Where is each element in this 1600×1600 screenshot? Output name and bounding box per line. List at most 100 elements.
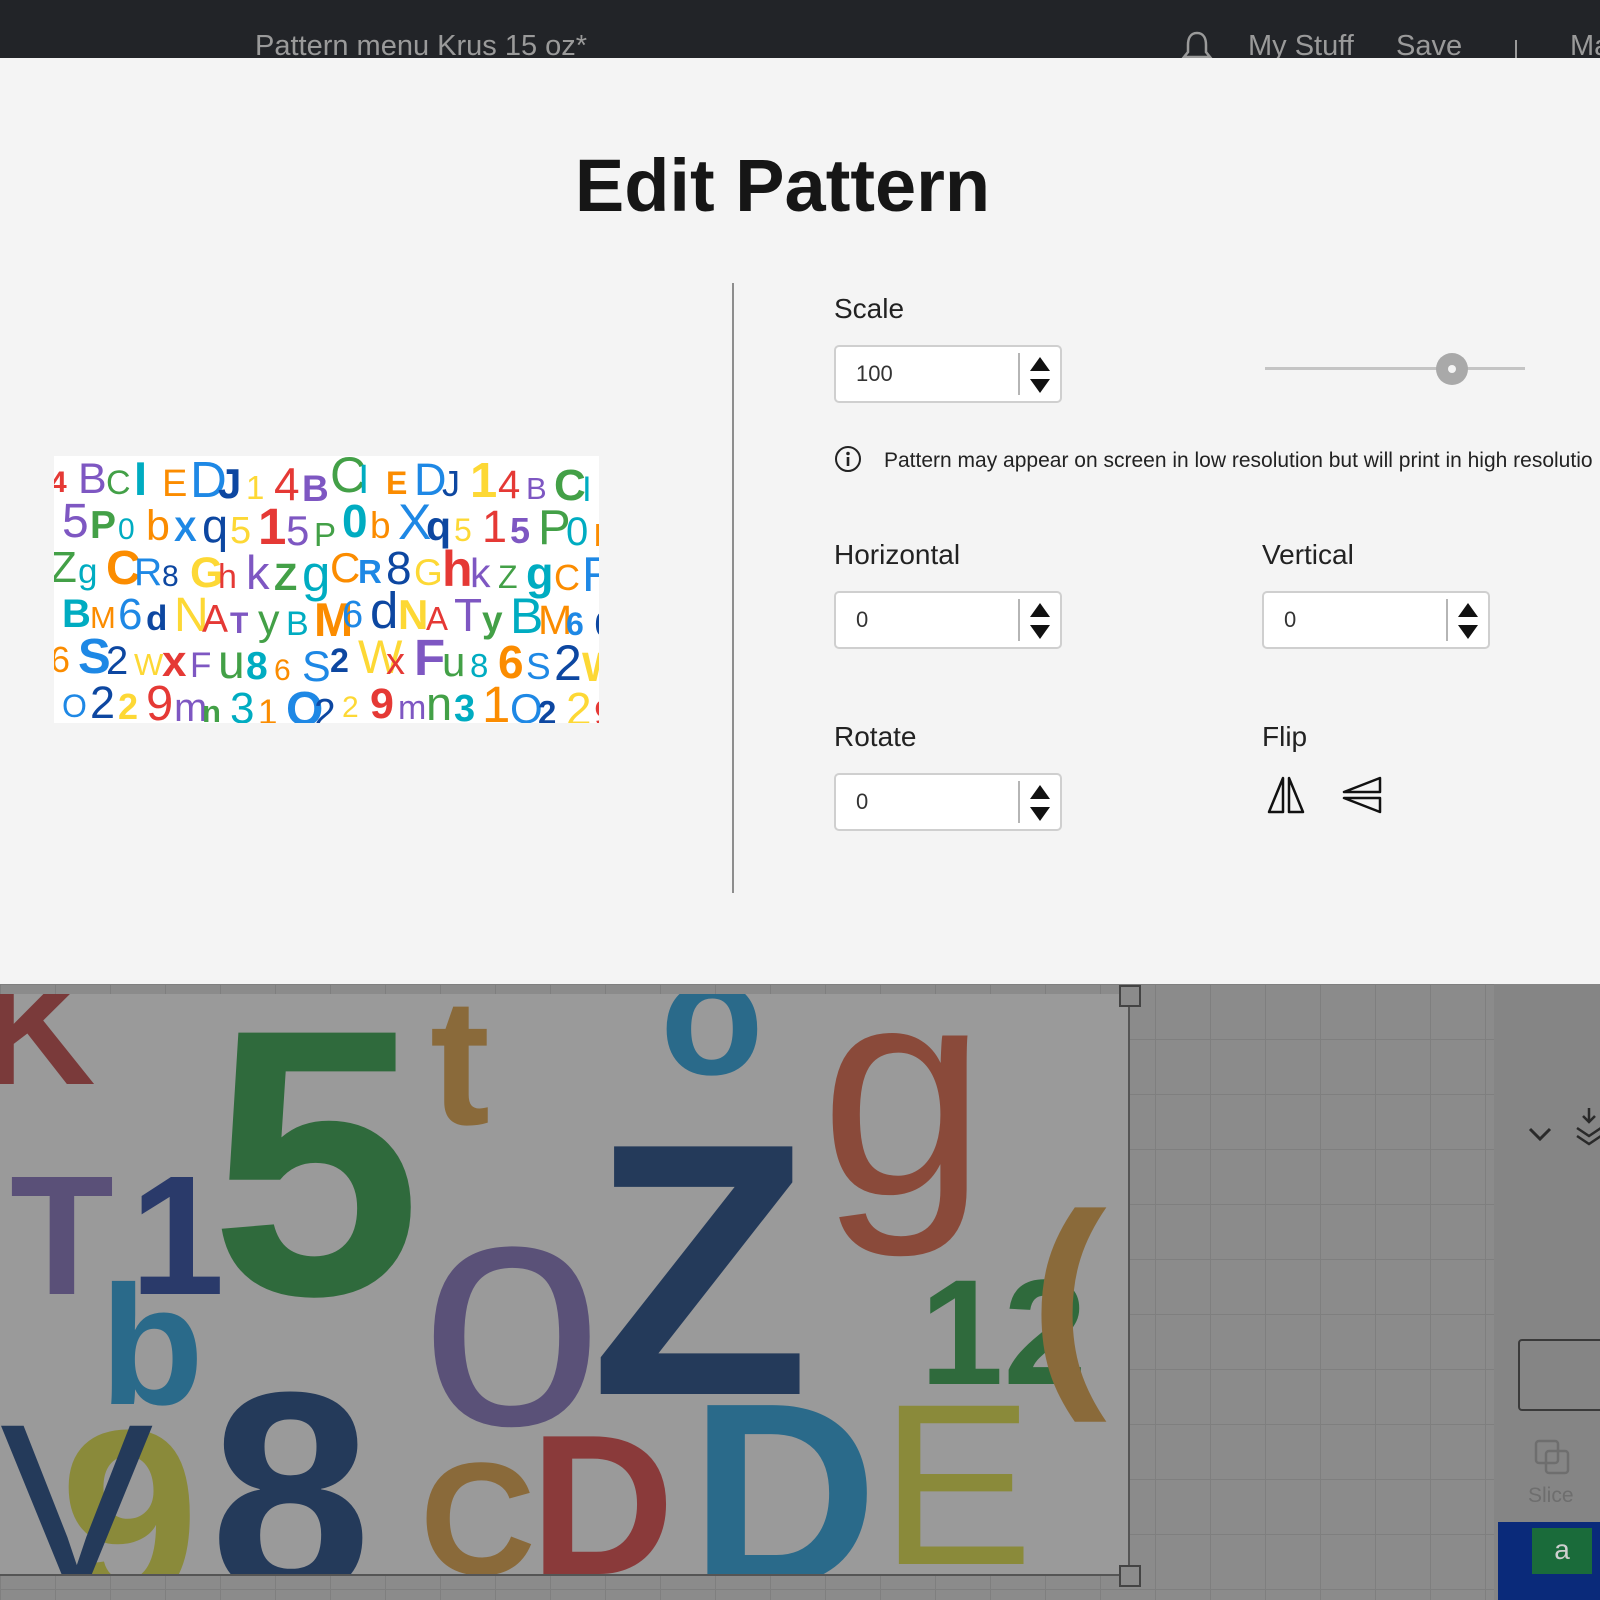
pattern-glyph: b [146, 502, 170, 550]
arrow-up-icon[interactable] [1030, 603, 1050, 617]
vertical-divider [732, 283, 734, 893]
pattern-glyph: 8 [246, 645, 268, 688]
pattern-glyph: 2 [314, 692, 336, 723]
vertical-input[interactable] [1264, 593, 1444, 647]
scale-slider-track[interactable] [1265, 367, 1525, 370]
pattern-glyph: m [398, 689, 426, 723]
patterned-design[interactable]: 5 o Z g t T 1 b 8 9 D D E 12 V C K o ( [0, 994, 1130, 1576]
pattern-glyph: y [258, 596, 280, 644]
info-icon [835, 446, 861, 472]
rotate-label: Rotate [834, 721, 917, 752]
pattern-glyph: X [174, 511, 197, 549]
arrow-down-icon[interactable] [1030, 625, 1050, 639]
flip-horizontal-icon[interactable] [1266, 775, 1306, 815]
pattern-glyph: 3 [230, 684, 254, 723]
layers-download-icon[interactable] [1574, 1106, 1600, 1146]
modal-title: Edit Pattern [574, 144, 991, 227]
arrow-down-icon[interactable] [1030, 379, 1050, 393]
pattern-glyph: S [526, 646, 551, 687]
color-swatch-box[interactable] [1518, 1339, 1600, 1411]
pattern-glyph: n [426, 677, 452, 723]
pattern-glyph: G [414, 552, 443, 593]
pattern-glyph: J [442, 463, 460, 504]
design-glyph: D [530, 1394, 674, 1576]
project-title[interactable]: Pattern menu Krus 15 oz* [255, 30, 587, 58]
design-glyph: 5 [210, 994, 421, 1375]
design-canvas: 5 o Z g t T 1 b 8 9 D D E 12 V C K o ( S… [0, 984, 1600, 1600]
pattern-glyph: k [246, 546, 270, 599]
pattern-glyph: I [582, 470, 592, 509]
pattern-glyph: Z [54, 543, 77, 592]
design-glyph: C [420, 1429, 536, 1576]
pattern-glyph: 2 [566, 683, 592, 723]
rotate-stepper[interactable] [834, 773, 1062, 831]
pattern-glyph: n [202, 694, 221, 723]
arrow-up-icon[interactable] [1458, 603, 1478, 617]
pattern-glyph: 2 [342, 691, 359, 723]
pattern-glyph: 2 [118, 686, 138, 723]
chevron-down-icon[interactable] [1526, 1124, 1554, 1144]
pattern-glyph: q [202, 499, 228, 552]
arrow-up-icon[interactable] [1030, 357, 1050, 371]
design-glyph: t [430, 994, 490, 1163]
design-glyph: ( [1030, 1166, 1107, 1423]
save-button[interactable]: Save [1396, 30, 1462, 58]
flip-label: Flip [1262, 721, 1308, 752]
pattern-glyph: 9 [146, 677, 173, 723]
make-it-glyph: a [1532, 1528, 1592, 1574]
pattern-glyph: y [482, 599, 503, 640]
bell-icon[interactable] [1180, 30, 1214, 58]
pattern-glyph: I [134, 456, 147, 505]
pattern-glyph: 2 [538, 694, 556, 723]
slice-icon[interactable] [1533, 1438, 1571, 1476]
pattern-glyph: x [386, 641, 405, 683]
pattern-glyph: C [554, 557, 580, 598]
pattern-glyph: C [106, 464, 131, 502]
scale-arrows[interactable] [1018, 353, 1060, 395]
make-button[interactable]: Ma [1570, 30, 1600, 58]
scale-stepper[interactable] [834, 345, 1062, 403]
pattern-glyph: d [146, 599, 167, 638]
pattern-glyph: 3 [454, 688, 475, 723]
pattern-glyph: b [370, 505, 391, 546]
arrow-down-icon[interactable] [1030, 807, 1050, 821]
vertical-arrows[interactable] [1446, 599, 1488, 641]
flip-vertical-icon[interactable] [1340, 775, 1384, 815]
horizontal-label: Horizontal [834, 539, 961, 570]
pattern-glyph: E [162, 463, 187, 505]
arrow-up-icon[interactable] [1030, 785, 1050, 799]
rotate-input[interactable] [836, 775, 1016, 829]
horizontal-arrows[interactable] [1018, 599, 1060, 641]
arrow-down-icon[interactable] [1458, 625, 1478, 639]
pattern-glyph: P [90, 504, 116, 547]
slice-label: Slice [1528, 1484, 1574, 1507]
resize-handle[interactable] [1119, 1565, 1141, 1587]
pattern-glyph: 5 [510, 510, 530, 551]
pattern-glyph: A [202, 598, 228, 641]
scale-label: Scale [834, 293, 905, 324]
scale-input[interactable] [836, 347, 1016, 401]
pattern-glyph: 9 [370, 680, 394, 723]
make-it-button[interactable]: a [1498, 1522, 1600, 1600]
my-stuff-link[interactable]: My Stuff [1248, 30, 1354, 58]
horizontal-input[interactable] [836, 593, 1016, 647]
design-glyph: V [0, 1376, 153, 1576]
scale-slider-thumb[interactable] [1436, 353, 1469, 385]
resize-handle[interactable] [1119, 985, 1141, 1007]
horizontal-stepper[interactable] [834, 591, 1062, 649]
pattern-glyph: R [582, 548, 599, 602]
design-glyph: K [0, 994, 96, 1118]
pattern-glyph: 2 [90, 677, 115, 723]
pattern-glyph: 6 [54, 639, 70, 680]
pattern-glyph: u [218, 636, 245, 689]
vertical-stepper[interactable] [1262, 591, 1490, 649]
design-glyph: T [10, 1141, 114, 1331]
pattern-preview: 4BCIEDJ14BCIEDJ14BCI5P0bXq515P0bXq515P0b… [54, 456, 599, 723]
pattern-glyph: 1 [258, 693, 277, 723]
pattern-glyph: 1 [482, 501, 507, 552]
nav-divider [1515, 40, 1517, 58]
info-text: Pattern may appear on screen in low reso… [884, 449, 1593, 472]
pattern-glyph: O [62, 688, 87, 723]
rotate-arrows[interactable] [1018, 781, 1060, 823]
pattern-glyph: 1 [482, 676, 510, 723]
